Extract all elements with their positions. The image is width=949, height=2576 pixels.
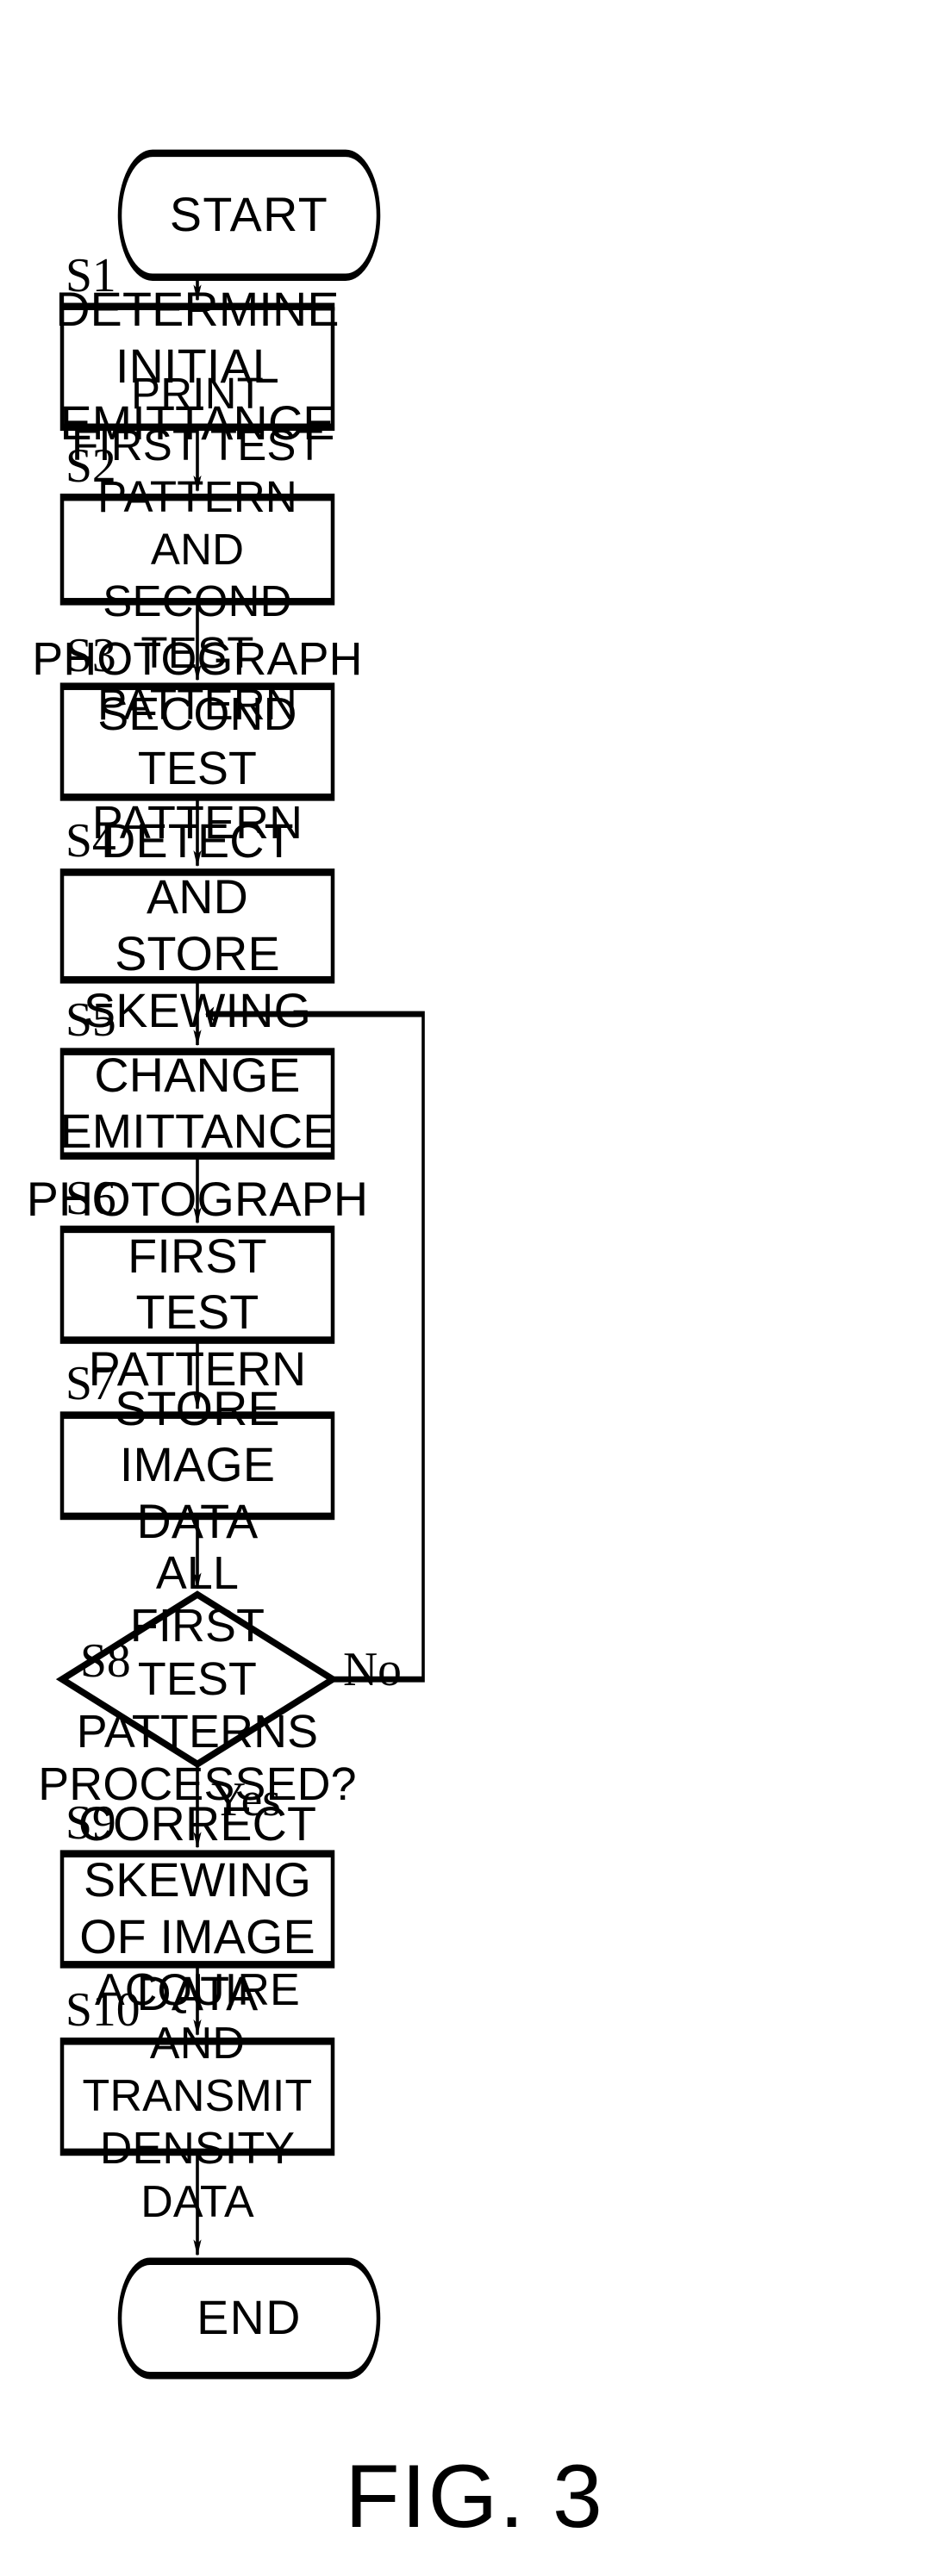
s4-box-label: DETECT AND STORE SKEWING xyxy=(62,814,333,1037)
end-terminator-label: END xyxy=(120,2262,378,2375)
s4-line-1: DETECT AND xyxy=(101,813,294,924)
s8-line-1: ALL FIRST xyxy=(129,1546,265,1652)
s9-box-label: CORRECT SKEWING OF IMAGE DATA xyxy=(62,1797,333,2020)
s8-decision-label: ALL FIRST TEST PATTERNS PROCESSED? xyxy=(38,1547,356,1810)
s2-line-1: PRINT FIRST TEST PATTERN xyxy=(72,369,323,522)
s5-box-label: CHANGE EMITTANCE xyxy=(59,1048,334,1159)
figure-caption: FIG. 3 xyxy=(345,2446,604,2547)
s6-box-label: PHOTOGRAPH FIRST TEST PATTERN xyxy=(27,1173,368,1396)
s2-box-label: PRINT FIRST TEST PATTERN AND SECOND TEST… xyxy=(62,369,333,729)
end-label-text: END xyxy=(197,2291,302,2345)
s8-line-2: TEST PATTERNS xyxy=(76,1652,319,1758)
s5-step-label: S5 xyxy=(66,993,116,1048)
s5-line-1: CHANGE EMITTANCE xyxy=(59,1048,335,1159)
s9-line-1: CORRECT SKEWING xyxy=(78,1796,317,1907)
s10-line-2: TRANSMIT DENSITY DATA xyxy=(82,2070,313,2227)
s7-box-label: STORE IMAGE DATA xyxy=(62,1382,333,1548)
s3-line-1: PHOTOGRAPH xyxy=(32,633,363,686)
start-label-text: START xyxy=(169,187,329,241)
s7-line-1: STORE IMAGE DATA xyxy=(115,1381,280,1549)
s1-line-1: DETERMINE xyxy=(55,283,340,337)
s6-line-1: PHOTOGRAPH xyxy=(26,1172,369,1226)
edge-label-no: No xyxy=(343,1642,402,1696)
s10-line-1: ACQUIRE AND xyxy=(95,1965,300,2069)
s10-box-label: ACQUIRE AND TRANSMIT DENSITY DATA xyxy=(62,1965,333,2226)
start-terminator-label: START xyxy=(120,153,378,277)
s3-box-label: PHOTOGRAPH SECOND TEST PATTERN xyxy=(32,633,362,849)
figure-canvas: START S1 DETERMINE INITIAL EMITTANCE S2 … xyxy=(0,0,949,2576)
